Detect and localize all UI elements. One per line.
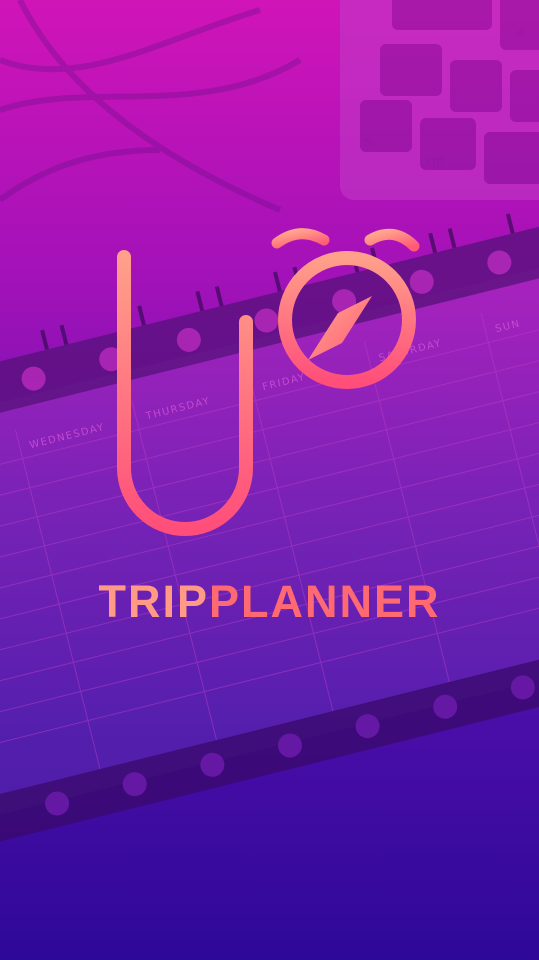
tripplanner-logo-icon — [111, 228, 420, 536]
splash-screen: A fn ctrl WEDNESDAY THURSDAY FRIDAY SATU… — [0, 0, 539, 960]
app-name-planner: PLANNER — [209, 576, 441, 627]
app-name-wordmark: TRIPPLANNER — [0, 578, 539, 626]
compass-needle-icon — [308, 296, 372, 360]
app-name-trip: TRIP — [98, 576, 209, 627]
